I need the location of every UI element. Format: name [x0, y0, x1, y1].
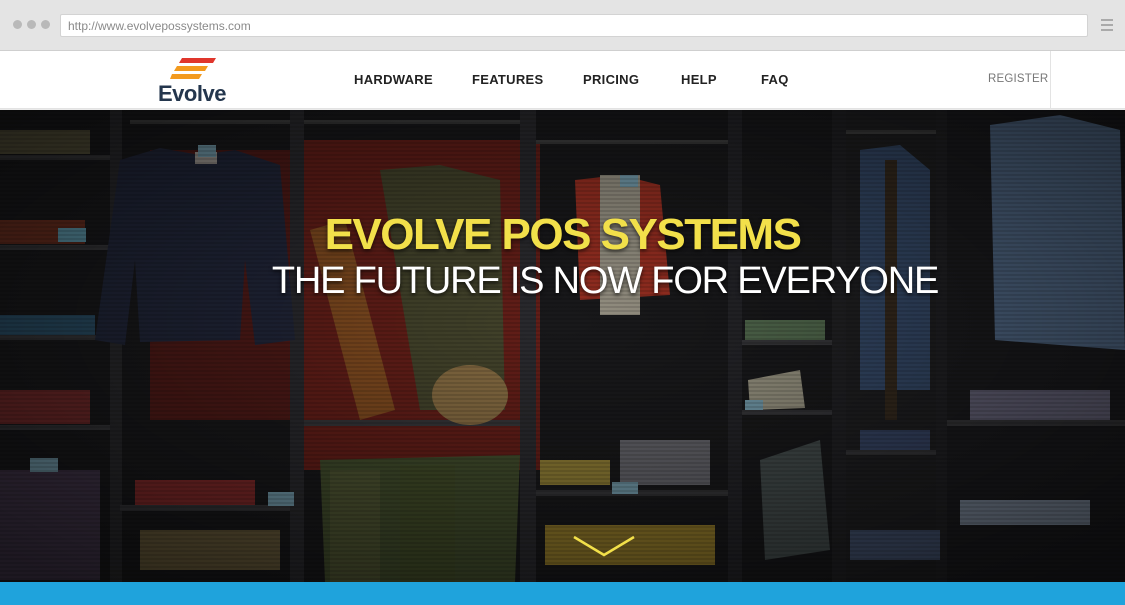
hero-subtitle: THE FUTURE IS NOW FOR EVERYONE: [271, 260, 940, 302]
window-controls: [13, 20, 50, 29]
evolve-logo[interactable]: Evolve: [158, 58, 228, 106]
header-divider: [1050, 51, 1051, 109]
nav-help[interactable]: HELP: [681, 72, 761, 87]
chevron-down-icon[interactable]: [572, 535, 636, 557]
address-bar-url: http://www.evolvepossystems.com: [68, 19, 251, 33]
hero-section: EVOLVE POS SYSTEMS THE FUTURE IS NOW FOR…: [0, 110, 1125, 582]
site-header: Evolve HARDWARE FEATURES PRICING HELP FA…: [0, 51, 1125, 109]
hero-title: EVOLVE POS SYSTEMS: [324, 210, 802, 259]
window-maximize-dot[interactable]: [41, 20, 50, 29]
browser-chrome: http://www.evolvepossystems.com: [0, 0, 1125, 51]
address-bar[interactable]: http://www.evolvepossystems.com: [60, 14, 1088, 37]
logo-mark-icon: [170, 58, 216, 79]
logo-text: Evolve: [158, 81, 226, 106]
nav-hardware[interactable]: HARDWARE: [354, 72, 472, 87]
bottom-blue-strip: [0, 582, 1125, 605]
browser-menu-icon[interactable]: [1101, 19, 1113, 31]
window-minimize-dot[interactable]: [27, 20, 36, 29]
nav-faq[interactable]: FAQ: [761, 72, 789, 87]
nav-pricing[interactable]: PRICING: [583, 72, 681, 87]
register-link[interactable]: REGISTER: [988, 73, 1048, 85]
window-close-dot[interactable]: [13, 20, 22, 29]
nav-features[interactable]: FEATURES: [472, 72, 583, 87]
hero-background-image: [0, 110, 1125, 582]
main-nav: HARDWARE FEATURES PRICING HELP FAQ: [354, 72, 789, 87]
